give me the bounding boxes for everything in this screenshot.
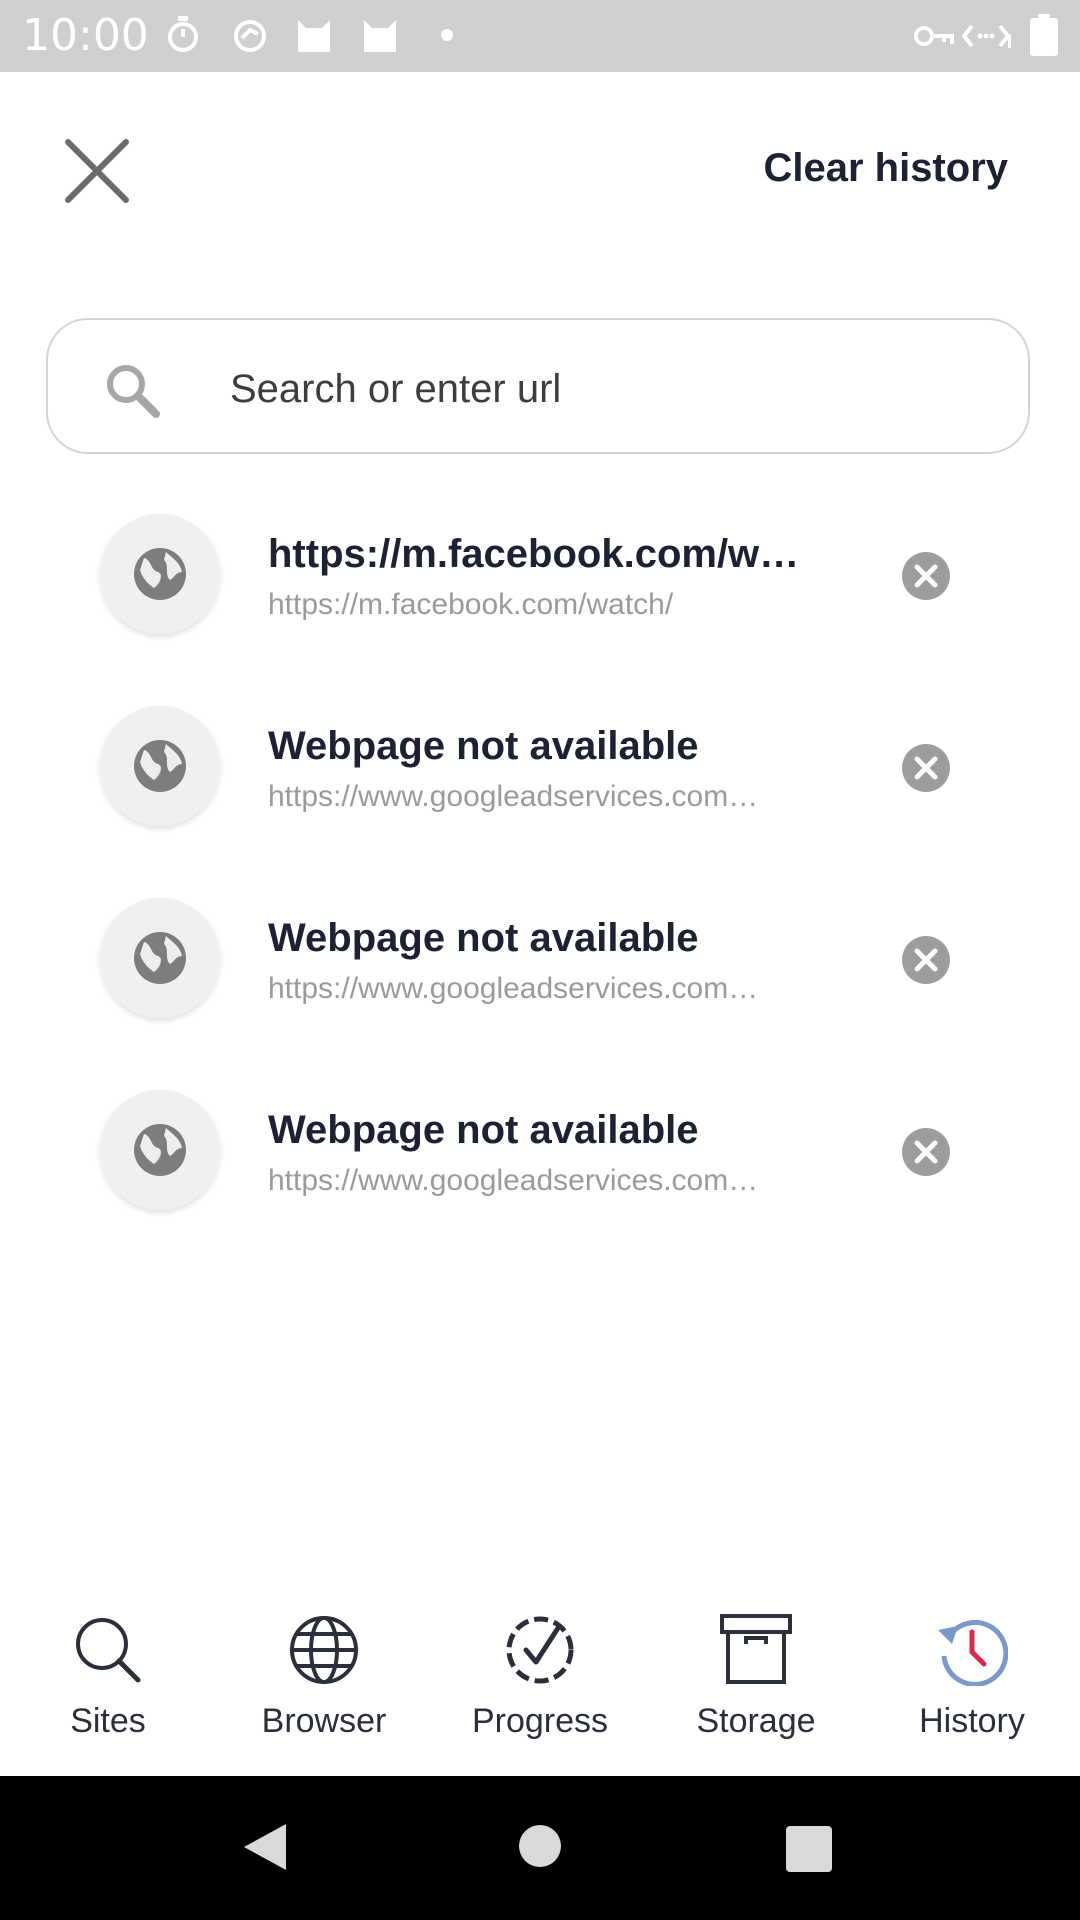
- remove-icon: [902, 936, 950, 988]
- favicon: [100, 1090, 220, 1210]
- search-bar[interactable]: [46, 318, 1030, 454]
- history-item-title: Webpage not available: [268, 916, 699, 960]
- remove-history-item-button[interactable]: [902, 1128, 950, 1176]
- recents-icon[interactable]: [786, 1826, 832, 1877]
- back-icon[interactable]: [242, 1822, 288, 1877]
- history-item[interactable]: Webpage not available https://www.google…: [0, 888, 1080, 1080]
- history-item[interactable]: Webpage not available https://www.google…: [0, 1080, 1080, 1272]
- history-clock-icon: [936, 1614, 1009, 1687]
- favicon: [100, 514, 220, 634]
- search-icon: [72, 1614, 144, 1686]
- remove-icon: [902, 744, 950, 796]
- remove-icon: [902, 1128, 950, 1180]
- search-icon: [102, 360, 162, 425]
- battery-icon: [1030, 14, 1058, 61]
- archive-box-icon: [720, 1614, 792, 1686]
- progress-check-icon: [504, 1614, 576, 1686]
- home-icon[interactable]: [518, 1824, 562, 1873]
- history-item-title: Webpage not available: [268, 724, 699, 768]
- globe-icon: [288, 1614, 360, 1686]
- cat-icon: [360, 14, 400, 59]
- search-input[interactable]: [228, 360, 992, 418]
- remove-history-item-button[interactable]: [902, 936, 950, 984]
- close-button[interactable]: [58, 132, 138, 212]
- status-time: 10:00: [22, 10, 149, 61]
- status-bar: 10:00: [0, 0, 1080, 72]
- nav-browser[interactable]: Browser: [216, 1604, 432, 1776]
- remove-icon: [902, 552, 950, 604]
- history-list: https://m.facebook.com/w… https://m.face…: [0, 504, 1080, 1272]
- favicon: [100, 898, 220, 1018]
- bottom-navigation: Sites Browser Progress Storage History: [0, 1604, 1080, 1776]
- favicon: [100, 706, 220, 826]
- nav-history[interactable]: History: [864, 1604, 1080, 1776]
- nav-sites[interactable]: Sites: [0, 1604, 216, 1776]
- history-item[interactable]: Webpage not available https://www.google…: [0, 696, 1080, 888]
- history-item-title: Webpage not available: [268, 1108, 699, 1152]
- nav-label: Sites: [70, 1702, 146, 1740]
- close-icon: [58, 139, 138, 216]
- stopwatch-icon: [166, 14, 200, 59]
- history-item-url: https://www.googleadservices.com…: [268, 1164, 759, 1197]
- remove-history-item-button[interactable]: [902, 552, 950, 600]
- clear-history-button[interactable]: Clear history: [763, 146, 1008, 191]
- dot-icon: [440, 28, 454, 47]
- nav-label: Progress: [471, 1702, 609, 1740]
- history-item-title: https://m.facebook.com/w…: [268, 532, 800, 576]
- history-item-url: https://www.googleadservices.com…: [268, 780, 759, 813]
- nav-label: Browser: [261, 1702, 387, 1740]
- history-item-url: https://www.googleadservices.com…: [268, 972, 759, 1005]
- system-navigation-bar: [0, 1776, 1080, 1920]
- nav-label: Storage: [696, 1702, 816, 1740]
- nav-progress[interactable]: Progress: [432, 1604, 648, 1776]
- cat-icon: [294, 14, 334, 59]
- history-item-url: https://m.facebook.com/watch/: [268, 588, 674, 621]
- vpn-key-icon: [914, 22, 954, 55]
- history-item[interactable]: https://m.facebook.com/w… https://m.face…: [0, 504, 1080, 696]
- nav-storage[interactable]: Storage: [648, 1604, 864, 1776]
- sync-icon: [232, 14, 268, 59]
- nav-label: History: [919, 1702, 1025, 1740]
- remove-history-item-button[interactable]: [902, 744, 950, 792]
- data-saver-icon: [961, 20, 1012, 57]
